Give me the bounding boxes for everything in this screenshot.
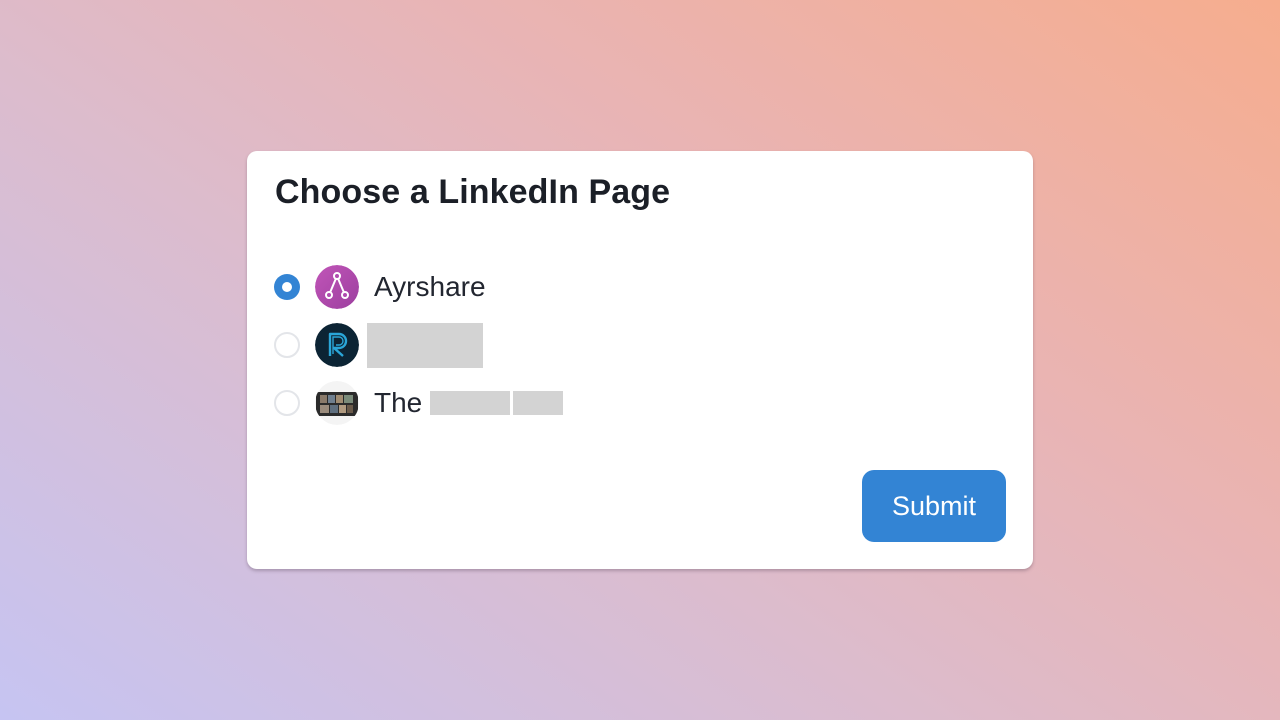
redacted-page-name bbox=[513, 391, 564, 415]
radio-button-unselected[interactable] bbox=[274, 390, 300, 416]
page-option-ayrshare[interactable]: Ayrshare bbox=[274, 265, 563, 309]
redacted-page-name bbox=[430, 391, 511, 415]
page-option-the[interactable]: The bbox=[274, 381, 564, 425]
choose-page-dialog: Choose a LinkedIn Page Ayrshare The Subm… bbox=[247, 151, 1033, 569]
page-option-label: The bbox=[374, 387, 423, 418]
dialog-title: Choose a LinkedIn Page bbox=[275, 173, 671, 211]
ayrshare-logo-icon bbox=[315, 265, 359, 309]
page-options-list: Ayrshare The bbox=[274, 265, 564, 439]
submit-button[interactable]: Submit bbox=[862, 470, 1006, 542]
radio-button-selected[interactable] bbox=[274, 274, 300, 300]
radio-button-unselected[interactable] bbox=[274, 332, 300, 358]
r-logo-icon bbox=[315, 323, 359, 367]
photo-thumbnail-icon bbox=[315, 381, 359, 425]
redacted-page-name bbox=[367, 322, 483, 368]
page-option-label: Ayrshare bbox=[374, 271, 486, 302]
page-option-r[interactable] bbox=[274, 322, 563, 368]
